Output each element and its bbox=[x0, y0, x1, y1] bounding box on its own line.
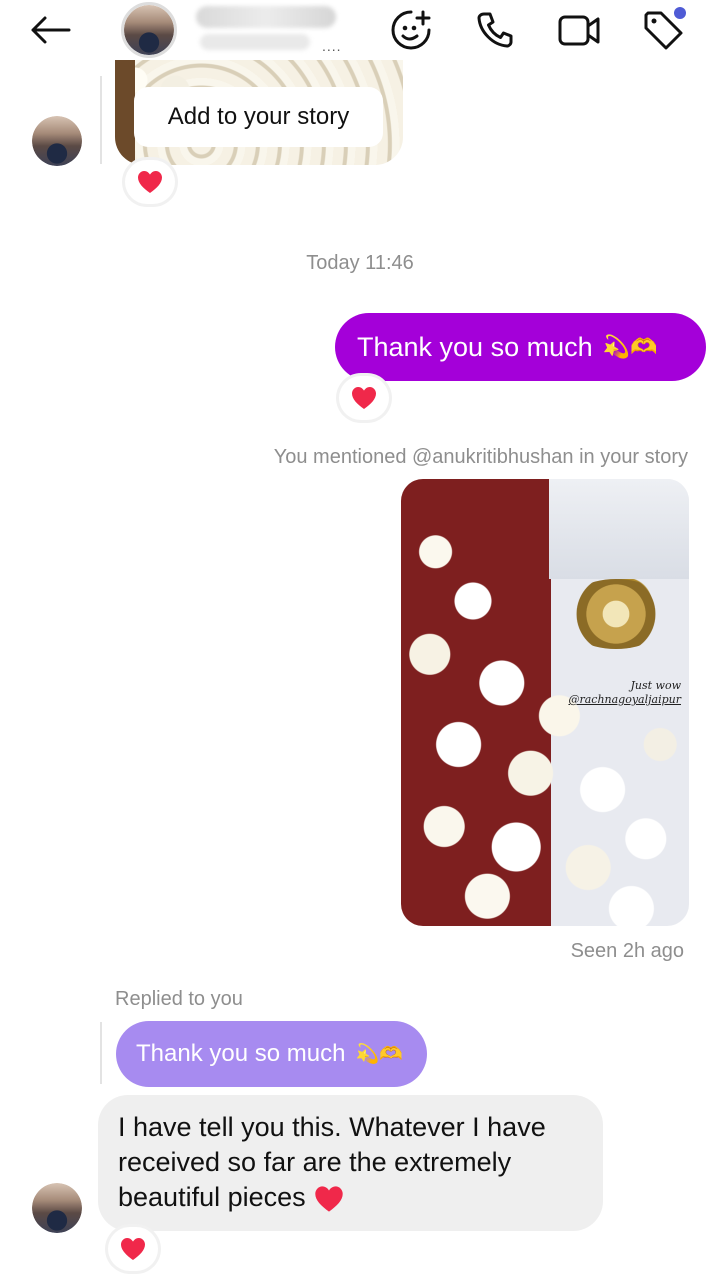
heart-icon bbox=[138, 171, 162, 193]
add-to-story-button[interactable]: Add to your story bbox=[134, 87, 383, 147]
story-mention-card[interactable]: Just wow @rachnagoyaljaipur bbox=[401, 479, 689, 926]
story-caption: Just wow @rachnagoyaljaipur bbox=[541, 679, 681, 707]
story-caption-line1: Just wow bbox=[630, 679, 681, 692]
quoted-message[interactable]: Thank you so much 💫🫶 bbox=[116, 1021, 427, 1087]
video-call-button[interactable] bbox=[556, 8, 602, 52]
story-mention-notice: You mentioned @anukritibhushan in your s… bbox=[273, 446, 688, 468]
heart-icon bbox=[121, 1238, 145, 1260]
quoted-message-text: Thank you so much bbox=[136, 1040, 346, 1067]
jasmine-flowers-image bbox=[401, 519, 689, 926]
story-caption-handle: @rachnagoyaljaipur bbox=[568, 693, 681, 706]
notification-dot bbox=[674, 7, 686, 19]
reaction-badge[interactable] bbox=[108, 1227, 158, 1271]
contact-username-blurred bbox=[200, 34, 310, 50]
reaction-badge[interactable] bbox=[125, 160, 175, 204]
contact-name-blurred[interactable] bbox=[196, 6, 336, 28]
reply-line bbox=[100, 1022, 102, 1084]
voice-call-button[interactable] bbox=[472, 8, 518, 52]
message-timestamp: Today 11:46 bbox=[306, 252, 414, 274]
incoming-message[interactable]: I have tell you this. Whatever I have re… bbox=[98, 1095, 603, 1231]
contact-avatar[interactable] bbox=[121, 2, 177, 58]
contact-avatar-small[interactable] bbox=[32, 116, 82, 166]
seen-status: Seen 2h ago bbox=[570, 940, 684, 962]
back-button[interactable] bbox=[26, 8, 74, 52]
reaction-badge[interactable] bbox=[339, 376, 389, 420]
contact-avatar-small[interactable] bbox=[32, 1183, 82, 1233]
arrow-left-icon bbox=[31, 16, 71, 44]
dizzy-hands-emoji: 💫🫶 bbox=[355, 1044, 403, 1065]
sticker-add-button[interactable] bbox=[388, 8, 434, 52]
reply-line bbox=[100, 76, 102, 164]
outgoing-message[interactable]: Thank you so much 💫🫶 bbox=[335, 313, 706, 381]
heart-icon bbox=[352, 387, 376, 409]
dizzy-hands-emoji: 💫🫶 bbox=[602, 334, 658, 359]
video-camera-icon bbox=[558, 15, 600, 46]
phone-icon bbox=[477, 12, 513, 48]
sticker-add-icon bbox=[391, 10, 431, 50]
outgoing-message-text: Thank you so much bbox=[357, 331, 593, 362]
contact-subtitle-ellipsis: .... bbox=[322, 38, 342, 54]
replied-label: Replied to you bbox=[115, 988, 243, 1010]
chat-header: .... bbox=[0, 0, 720, 60]
heart-icon bbox=[315, 1186, 343, 1212]
